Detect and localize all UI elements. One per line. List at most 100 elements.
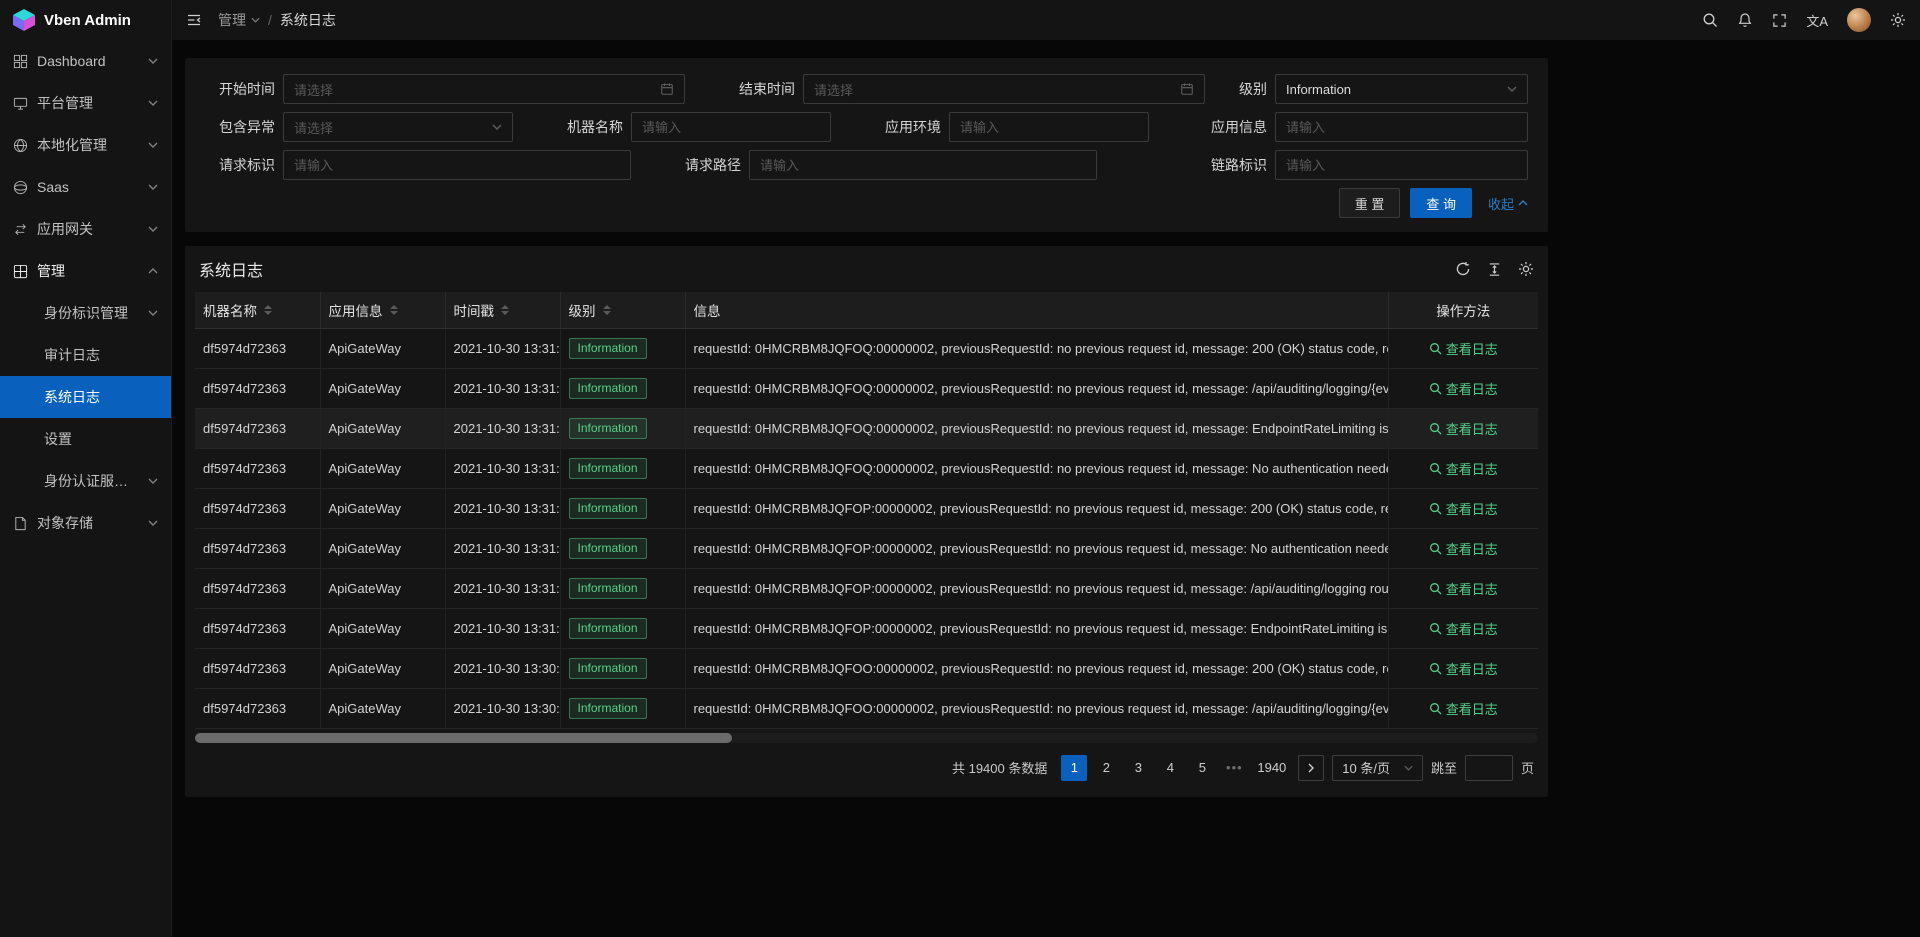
view-log-button[interactable]: 查看日志 — [1429, 619, 1498, 638]
management-icon — [13, 264, 28, 279]
log-table: 机器名称应用信息时间戳级别信息操作方法 df5974d72363ApiGateW… — [195, 292, 1538, 729]
jump-page-input[interactable] — [1465, 755, 1513, 781]
translate-icon[interactable]: 文A — [1806, 11, 1828, 30]
sidebar-item[interactable]: Dashboard — [0, 40, 171, 82]
column-header[interactable]: 应用信息 — [320, 292, 445, 328]
sidebar-item[interactable]: Saas — [0, 166, 171, 208]
notification-bell-icon[interactable] — [1737, 12, 1753, 28]
field-level: 级别 Information — [1239, 74, 1528, 104]
table-title: 系统日志 — [199, 257, 263, 281]
app-logo[interactable]: Vben Admin — [0, 0, 171, 40]
request-path-input[interactable] — [749, 150, 1097, 180]
sidebar-subitem[interactable]: 设置 — [0, 418, 171, 460]
view-log-button[interactable]: 查看日志 — [1429, 459, 1498, 478]
sidebar-subitem[interactable]: 系统日志 — [0, 376, 171, 418]
field-contains-exception: 包含异常 请选择 — [205, 112, 513, 142]
view-log-button[interactable]: 查看日志 — [1429, 539, 1498, 558]
table-header-row: 机器名称应用信息时间戳级别信息操作方法 — [195, 292, 1538, 328]
view-log-button[interactable]: 查看日志 — [1429, 579, 1498, 598]
collapse-toggle[interactable]: 收起 — [1488, 194, 1528, 213]
next-page-button[interactable] — [1298, 755, 1324, 781]
view-log-button[interactable]: 查看日志 — [1429, 659, 1498, 678]
pagination-page[interactable]: 4 — [1157, 755, 1183, 781]
calendar-icon — [660, 82, 674, 96]
localization-icon — [13, 138, 28, 153]
breadcrumb: 管理 / 系统日志 — [218, 10, 336, 30]
level-cell: Information — [560, 528, 685, 568]
page-size-select[interactable]: 10 条/页 — [1332, 755, 1423, 781]
sidebar-subitem[interactable]: 审计日志 — [0, 334, 171, 376]
pagination-page[interactable]: 1 — [1061, 755, 1087, 781]
app-info-cell: ApiGateWay — [320, 368, 445, 408]
breadcrumb-parent[interactable]: 管理 — [218, 10, 260, 30]
avatar[interactable] — [1847, 8, 1871, 32]
app-title: Vben Admin — [44, 12, 131, 29]
menu-fold-icon[interactable] — [186, 12, 202, 28]
column-height-icon[interactable] — [1487, 262, 1502, 277]
end-time-picker[interactable]: 请选择 — [803, 74, 1205, 104]
machine-name-cell: df5974d72363 — [195, 368, 320, 408]
fullscreen-icon[interactable] — [1772, 13, 1787, 28]
storage-icon — [13, 516, 28, 531]
sidebar-item[interactable]: 应用网关 — [0, 208, 171, 250]
message-cell: requestId: 0HMCRBM8JQFOQ:00000002, previ… — [685, 368, 1388, 408]
column-settings-icon[interactable] — [1518, 261, 1534, 277]
pagination-page[interactable]: 2 — [1093, 755, 1119, 781]
request-id-input[interactable] — [283, 150, 631, 180]
sidebar-item[interactable]: 本地化管理 — [0, 124, 171, 166]
field-app-env: 应用环境 — [871, 112, 1149, 142]
field-request-path: 请求路径 — [671, 150, 1097, 180]
trace-id-input[interactable] — [1275, 150, 1528, 180]
sort-icon — [390, 305, 398, 315]
gateway-icon — [13, 222, 28, 237]
sidebar-item[interactable]: 平台管理 — [0, 82, 171, 124]
settings-gear-icon[interactable] — [1890, 12, 1906, 28]
reset-button[interactable]: 重 置 — [1339, 188, 1401, 218]
contains-exception-select[interactable]: 请选择 — [283, 112, 513, 142]
top-header: 管理 / 系统日志 文A — [172, 0, 1920, 40]
app-info-input[interactable] — [1275, 112, 1528, 142]
column-header[interactable]: 机器名称 — [195, 292, 320, 328]
app-env-input[interactable] — [949, 112, 1149, 142]
message-cell: requestId: 0HMCRBM8JQFOQ:00000002, previ… — [685, 448, 1388, 488]
sidebar-subitem[interactable]: 身份标识管理 — [0, 292, 171, 334]
horizontal-scrollbar[interactable] — [195, 733, 1538, 743]
machine-name-input[interactable] — [631, 112, 831, 142]
search-icon[interactable] — [1702, 12, 1718, 28]
pagination-page[interactable]: 5 — [1189, 755, 1215, 781]
sidebar-item[interactable]: 对象存储 — [0, 502, 171, 544]
page-content: 开始时间 请选择 结束时间 请选择 — [172, 40, 1920, 797]
level-cell: Information — [560, 328, 685, 368]
level-badge: Information — [569, 378, 647, 399]
scrollbar-thumb[interactable] — [195, 733, 732, 743]
view-log-button[interactable]: 查看日志 — [1429, 339, 1498, 358]
view-log-button[interactable]: 查看日志 — [1429, 699, 1498, 718]
level-badge: Information — [569, 618, 647, 639]
pagination-ellipsis[interactable]: ••• — [1221, 755, 1247, 781]
action-cell: 查看日志 — [1388, 488, 1538, 528]
machine-name-cell: df5974d72363 — [195, 408, 320, 448]
column-header: 信息 — [685, 292, 1388, 328]
jump-label: 跳至 — [1431, 758, 1457, 777]
pagination-page[interactable]: 3 — [1125, 755, 1151, 781]
timestamp-cell: 2021-10-30 13:31:36 — [445, 608, 560, 648]
column-header[interactable]: 级别 — [560, 292, 685, 328]
view-log-button[interactable]: 查看日志 — [1429, 499, 1498, 518]
level-select[interactable]: Information — [1275, 74, 1528, 104]
table-card-header: 系统日志 — [185, 246, 1548, 292]
machine-name-cell: df5974d72363 — [195, 608, 320, 648]
table-row: df5974d72363ApiGateWay2021-10-30 13:31:3… — [195, 528, 1538, 568]
level-badge: Information — [569, 418, 647, 439]
breadcrumb-current: 系统日志 — [280, 10, 336, 30]
start-time-picker[interactable]: 请选择 — [283, 74, 685, 104]
query-button[interactable]: 查 询 — [1410, 188, 1472, 218]
view-log-button[interactable]: 查看日志 — [1429, 419, 1498, 438]
chevron-up-icon — [1518, 200, 1528, 206]
sidebar-subitem[interactable]: 身份认证服务器 — [0, 460, 171, 502]
column-header[interactable]: 时间戳 — [445, 292, 560, 328]
sidebar-item[interactable]: 管理 — [0, 250, 171, 292]
view-log-button[interactable]: 查看日志 — [1429, 379, 1498, 398]
table-row: df5974d72363ApiGateWay2021-10-30 13:31:3… — [195, 408, 1538, 448]
refresh-icon[interactable] — [1455, 261, 1471, 277]
pagination-page[interactable]: 1940 — [1253, 755, 1290, 781]
